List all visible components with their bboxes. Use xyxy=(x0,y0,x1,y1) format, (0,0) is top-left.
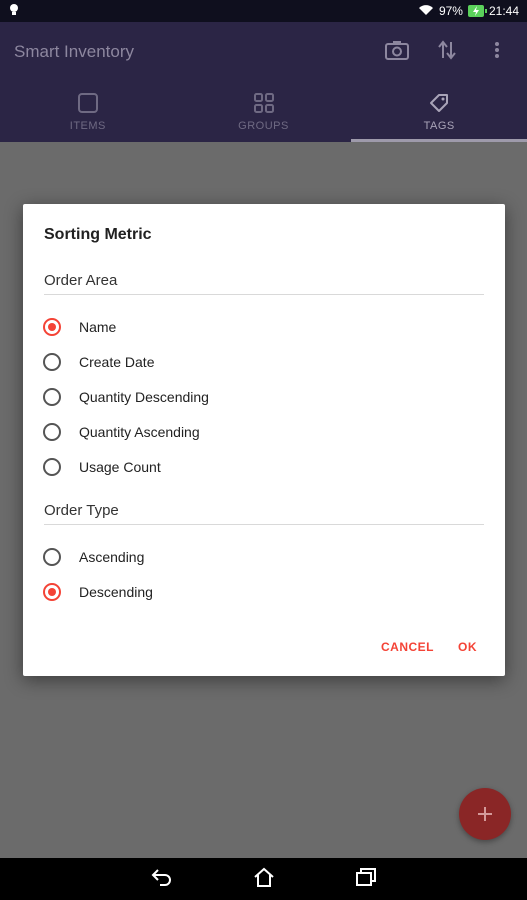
sort-button[interactable] xyxy=(433,36,461,64)
square-icon xyxy=(77,93,98,113)
radio-button-checked[interactable] xyxy=(43,583,61,601)
tag-icon xyxy=(430,94,449,112)
back-button[interactable] xyxy=(150,867,174,892)
home-button[interactable] xyxy=(252,866,276,893)
back-icon xyxy=(151,868,171,886)
radio-option-ascending[interactable]: Ascending xyxy=(43,542,144,572)
app-bar: Smart Inventory ITEMS GROUPS TAGS xyxy=(0,22,527,142)
home-icon xyxy=(253,867,274,887)
radio-button[interactable] xyxy=(43,388,61,406)
battery-percent: 97% xyxy=(438,4,463,18)
radio-option-quantity-ascending[interactable]: Quantity Ascending xyxy=(43,417,200,447)
radio-option-usage-count[interactable]: Usage Count xyxy=(43,452,161,482)
tab-tags-label: TAGS xyxy=(423,120,455,132)
wifi-icon xyxy=(418,4,434,19)
radio-option-name[interactable]: Name xyxy=(43,312,116,342)
radio-label: Create Date xyxy=(79,354,155,370)
radio-button[interactable] xyxy=(43,458,61,476)
tab-items-label: ITEMS xyxy=(69,120,106,132)
camera-icon xyxy=(385,41,409,60)
order-area-divider xyxy=(44,294,484,295)
radio-option-descending[interactable]: Descending xyxy=(43,577,153,607)
grid-icon xyxy=(253,93,274,113)
dialog-title: Sorting Metric xyxy=(44,226,152,243)
order-type-label: Order Type xyxy=(44,502,119,519)
radio-button-checked[interactable] xyxy=(43,318,61,336)
notification-bulb-icon xyxy=(8,3,20,20)
overflow-menu-button[interactable] xyxy=(483,36,511,64)
tab-bar: ITEMS GROUPS TAGS xyxy=(0,82,527,142)
add-fab-button[interactable] xyxy=(459,788,511,840)
clock-time: 21:44 xyxy=(488,4,519,18)
radio-label: Quantity Descending xyxy=(79,389,209,405)
recents-button[interactable] xyxy=(354,866,378,893)
radio-label: Name xyxy=(79,319,117,335)
radio-label: Descending xyxy=(79,584,153,600)
radio-label: Quantity Ascending xyxy=(79,424,200,440)
radio-button[interactable] xyxy=(43,423,61,441)
radio-label: Ascending xyxy=(79,549,145,565)
radio-button[interactable] xyxy=(43,548,61,566)
recents-icon xyxy=(355,867,376,886)
status-bar: 97% 21:44 xyxy=(0,0,527,22)
ok-button[interactable]: OK xyxy=(458,640,477,654)
sorting-metric-dialog: Sorting Metric Order Area Name Create Da… xyxy=(23,204,505,676)
tab-items[interactable]: ITEMS xyxy=(0,82,176,142)
system-nav-bar xyxy=(0,858,527,900)
tab-groups[interactable]: GROUPS xyxy=(176,82,352,142)
more-vert-icon xyxy=(495,42,499,58)
sort-icon xyxy=(438,40,456,60)
tab-groups-label: GROUPS xyxy=(238,120,289,132)
cancel-button[interactable]: CANCEL xyxy=(381,640,434,654)
radio-button[interactable] xyxy=(43,353,61,371)
radio-label: Usage Count xyxy=(79,459,161,475)
plus-icon xyxy=(478,807,492,821)
battery-charging-icon xyxy=(467,5,487,17)
radio-option-quantity-descending[interactable]: Quantity Descending xyxy=(43,382,209,412)
app-title: Smart Inventory xyxy=(14,42,134,61)
camera-button[interactable] xyxy=(383,36,411,64)
radio-option-create-date[interactable]: Create Date xyxy=(43,347,154,377)
order-area-label: Order Area xyxy=(44,272,118,289)
tab-tags[interactable]: TAGS xyxy=(351,82,527,142)
order-type-divider xyxy=(44,524,484,525)
